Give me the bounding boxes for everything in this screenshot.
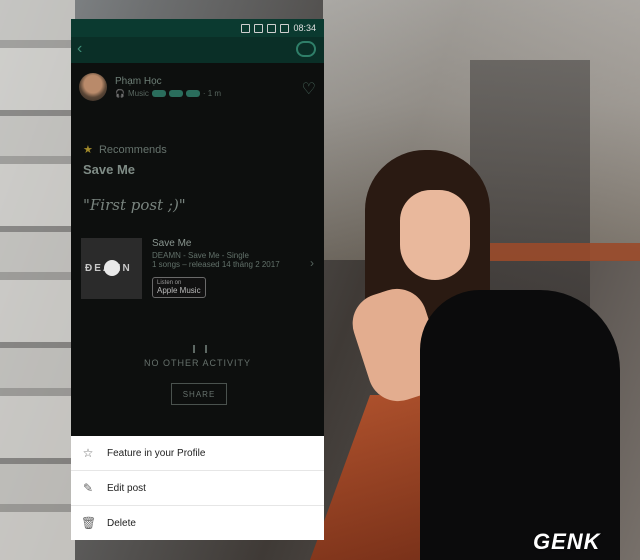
edit-post-item[interactable]: ✎ Edit post xyxy=(71,471,324,506)
wifi-icon xyxy=(254,23,264,33)
heart-icon[interactable]: ♡ xyxy=(302,79,316,99)
chevron-right-icon[interactable]: › xyxy=(310,256,314,270)
bluetooth-icon xyxy=(241,23,251,33)
track-card[interactable]: ĐEAMN Save Me DEAMN - Save Me - Single 1… xyxy=(81,238,316,300)
tag-pill-icon xyxy=(151,90,166,97)
sheet-item-label: Edit post xyxy=(107,482,146,494)
status-time: 08:34 xyxy=(293,23,316,33)
background-building-left xyxy=(0,0,75,560)
track-info: Save Me DEAMN - Save Me - Single 1 songs… xyxy=(152,238,280,300)
author-category: Music xyxy=(127,89,149,98)
phone-screen: 08:34 ‹ Phạm Học 🎧 Music · 1 m ♡ ★ Recom… xyxy=(71,19,324,540)
author-name: Phạm Học xyxy=(115,76,162,87)
play-icon[interactable] xyxy=(104,260,120,276)
app-header: ‹ xyxy=(71,37,324,63)
star-icon: ★ xyxy=(83,144,93,156)
headphones-icon: 🎧 xyxy=(115,89,125,98)
background-railing-top xyxy=(480,243,640,261)
status-bar: 08:34 xyxy=(71,19,324,37)
star-outline-icon: ☆ xyxy=(82,446,94,460)
track-artist: DEAMN - Save Me - Single xyxy=(152,251,249,260)
background-woman-face xyxy=(400,190,470,280)
post-content: Phạm Học 🎧 Music · 1 m ♡ ★ Recommends Sa… xyxy=(71,63,324,460)
pencil-icon: ✎ xyxy=(82,481,94,495)
post-author[interactable]: Phạm Học 🎧 Music · 1 m xyxy=(79,73,221,101)
author-meta: 🎧 Music · 1 m xyxy=(115,89,221,98)
recommends-label: Recommends xyxy=(98,144,167,156)
sheet-item-label: Feature in your Profile xyxy=(107,447,206,459)
avatar[interactable] xyxy=(79,73,107,101)
apple-music-badge[interactable]: Listen on Apple Music xyxy=(152,277,206,298)
post-time: · 1 m xyxy=(202,89,222,98)
tag-pill-icon xyxy=(185,90,200,97)
post-quote: "First post ;)" xyxy=(83,196,186,214)
sheet-item-label: Delete xyxy=(107,517,136,529)
background-woman-dress xyxy=(420,290,620,560)
no-activity-label: NO OTHER ACTIVITY xyxy=(143,358,251,368)
share-button[interactable]: SHARE xyxy=(171,383,227,405)
trash-icon: 🗑 xyxy=(81,516,97,530)
activity-icon xyxy=(193,345,207,353)
delete-item[interactable]: 🗑 Delete xyxy=(71,506,324,540)
bottom-sheet: ☆ Feature in your Profile ✎ Edit post 🗑 … xyxy=(71,436,324,540)
track-release: 1 songs – released 14 tháng 2 2017 xyxy=(152,260,280,269)
genk-watermark: GENK xyxy=(533,529,601,554)
recommends-row: ★ Recommends xyxy=(83,143,167,156)
track-name: Save Me xyxy=(152,238,192,249)
album-cover[interactable]: ĐEAMN xyxy=(81,238,142,299)
chat-icon[interactable] xyxy=(296,41,316,57)
signal-icon xyxy=(267,23,277,33)
post-title: Save Me xyxy=(83,162,136,177)
feature-in-profile-item[interactable]: ☆ Feature in your Profile xyxy=(71,436,324,471)
apple-badge-label: Apple Music xyxy=(157,286,201,295)
back-arrow-icon[interactable]: ‹ xyxy=(77,40,82,58)
battery-icon xyxy=(280,23,290,33)
tag-pill-icon xyxy=(168,90,183,97)
